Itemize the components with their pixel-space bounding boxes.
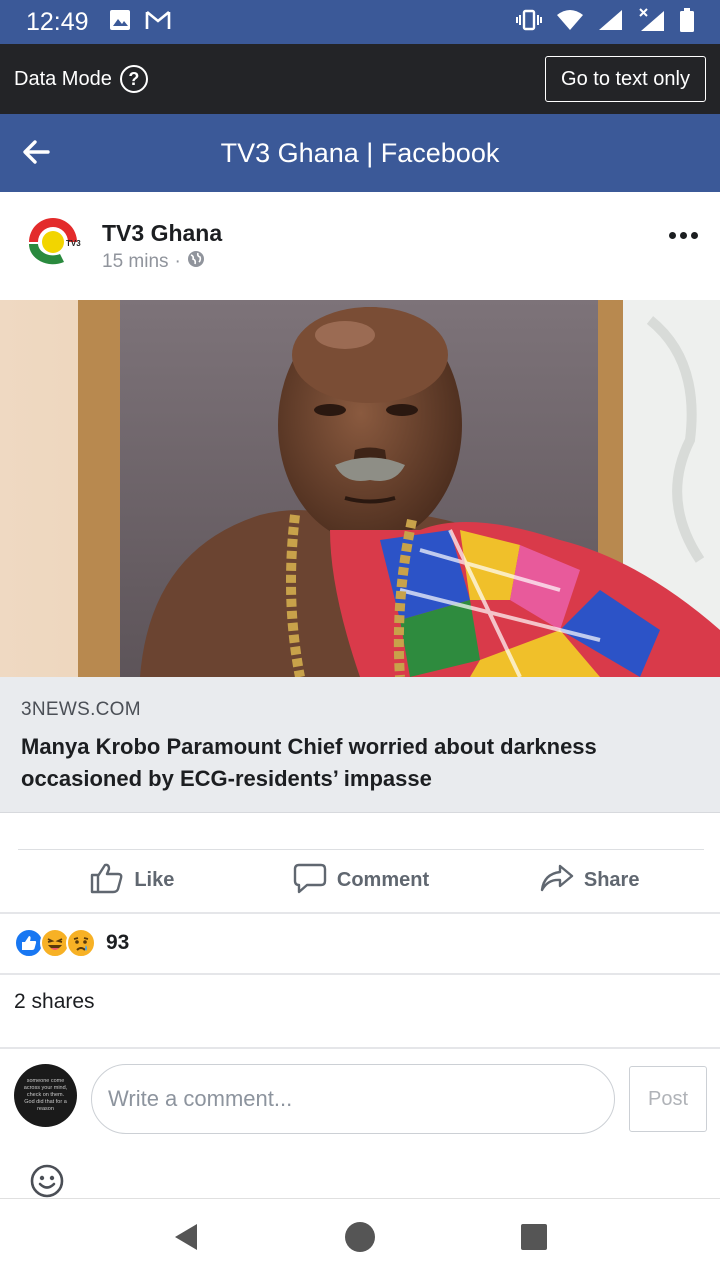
back-arrow-icon[interactable] — [20, 136, 52, 168]
system-navigation-bar — [0, 1198, 720, 1280]
title-bar: TV3 Ghana | Facebook — [0, 114, 720, 192]
share-arrow-icon — [540, 862, 574, 900]
globe-icon — [187, 250, 205, 274]
thumbs-up-icon — [90, 862, 124, 900]
comment-input[interactable] — [91, 1064, 615, 1134]
post-comment-button[interactable]: Post — [629, 1066, 707, 1132]
signal-icon — [598, 9, 624, 36]
data-mode-toggle[interactable]: Data Mode ? — [14, 65, 148, 93]
post-meta: 15 mins · — [102, 250, 205, 274]
more-options-icon[interactable] — [669, 232, 698, 239]
emoji-icon[interactable] — [30, 1164, 64, 1198]
avatar[interactable]: someone come across your mind, check on … — [14, 1064, 77, 1127]
divider — [0, 1047, 720, 1049]
comment-bubble-icon — [293, 862, 327, 900]
meta-separator: · — [174, 251, 181, 272]
like-label: Like — [134, 869, 175, 891]
post-image[interactable] — [0, 300, 720, 677]
shares-count[interactable]: 2 shares — [14, 990, 95, 1014]
battery-icon — [680, 7, 694, 37]
share-label: Share — [583, 869, 640, 891]
post-action-row: Like Comment Share — [18, 849, 704, 911]
divider — [0, 912, 720, 914]
comment-label: Comment — [336, 869, 430, 891]
signal-x-icon — [638, 7, 666, 37]
comment-composer: someone come across your mind, check on … — [0, 1060, 720, 1140]
gmail-icon — [145, 9, 171, 36]
tv3-logo[interactable]: TV3 — [24, 218, 82, 266]
reactions-summary[interactable]: 93 — [14, 926, 129, 960]
wifi-icon — [556, 9, 584, 36]
post-time[interactable]: 15 mins — [102, 251, 169, 273]
recents-square-icon[interactable] — [520, 1223, 548, 1256]
comment-button[interactable]: Comment — [247, 862, 476, 900]
sad-reaction-icon — [66, 928, 96, 958]
data-mode-label: Data Mode — [14, 67, 112, 90]
status-time: 12:49 — [26, 7, 89, 36]
link-headline: Manya Krobo Paramount Chief worried abou… — [21, 734, 597, 791]
status-bar: 12:49 — [0, 0, 720, 44]
link-preview-card[interactable]: 3NEWS.COM Manya Krobo Paramount Chief wo… — [0, 677, 720, 813]
divider — [0, 973, 720, 975]
page-title: TV3 Ghana | Facebook — [220, 137, 500, 168]
share-button[interactable]: Share — [475, 862, 704, 900]
vibrate-icon — [516, 9, 542, 36]
home-circle-icon[interactable] — [344, 1221, 376, 1258]
reaction-count: 93 — [106, 931, 130, 954]
post-header: TV3 TV3 Ghana 15 mins · — [0, 192, 720, 300]
image-icon — [109, 9, 131, 36]
back-triangle-icon[interactable] — [172, 1222, 200, 1257]
help-icon[interactable]: ? — [119, 65, 148, 93]
data-mode-bar: Data Mode ? Go to text only — [0, 44, 720, 114]
like-button[interactable]: Like — [18, 862, 247, 900]
page-name[interactable]: TV3 Ghana — [102, 220, 222, 247]
link-domain: 3NEWS.COM — [21, 699, 141, 720]
tv3-logo-text: TV3 — [66, 239, 81, 248]
go-to-text-only-button[interactable]: Go to text only — [545, 56, 706, 102]
